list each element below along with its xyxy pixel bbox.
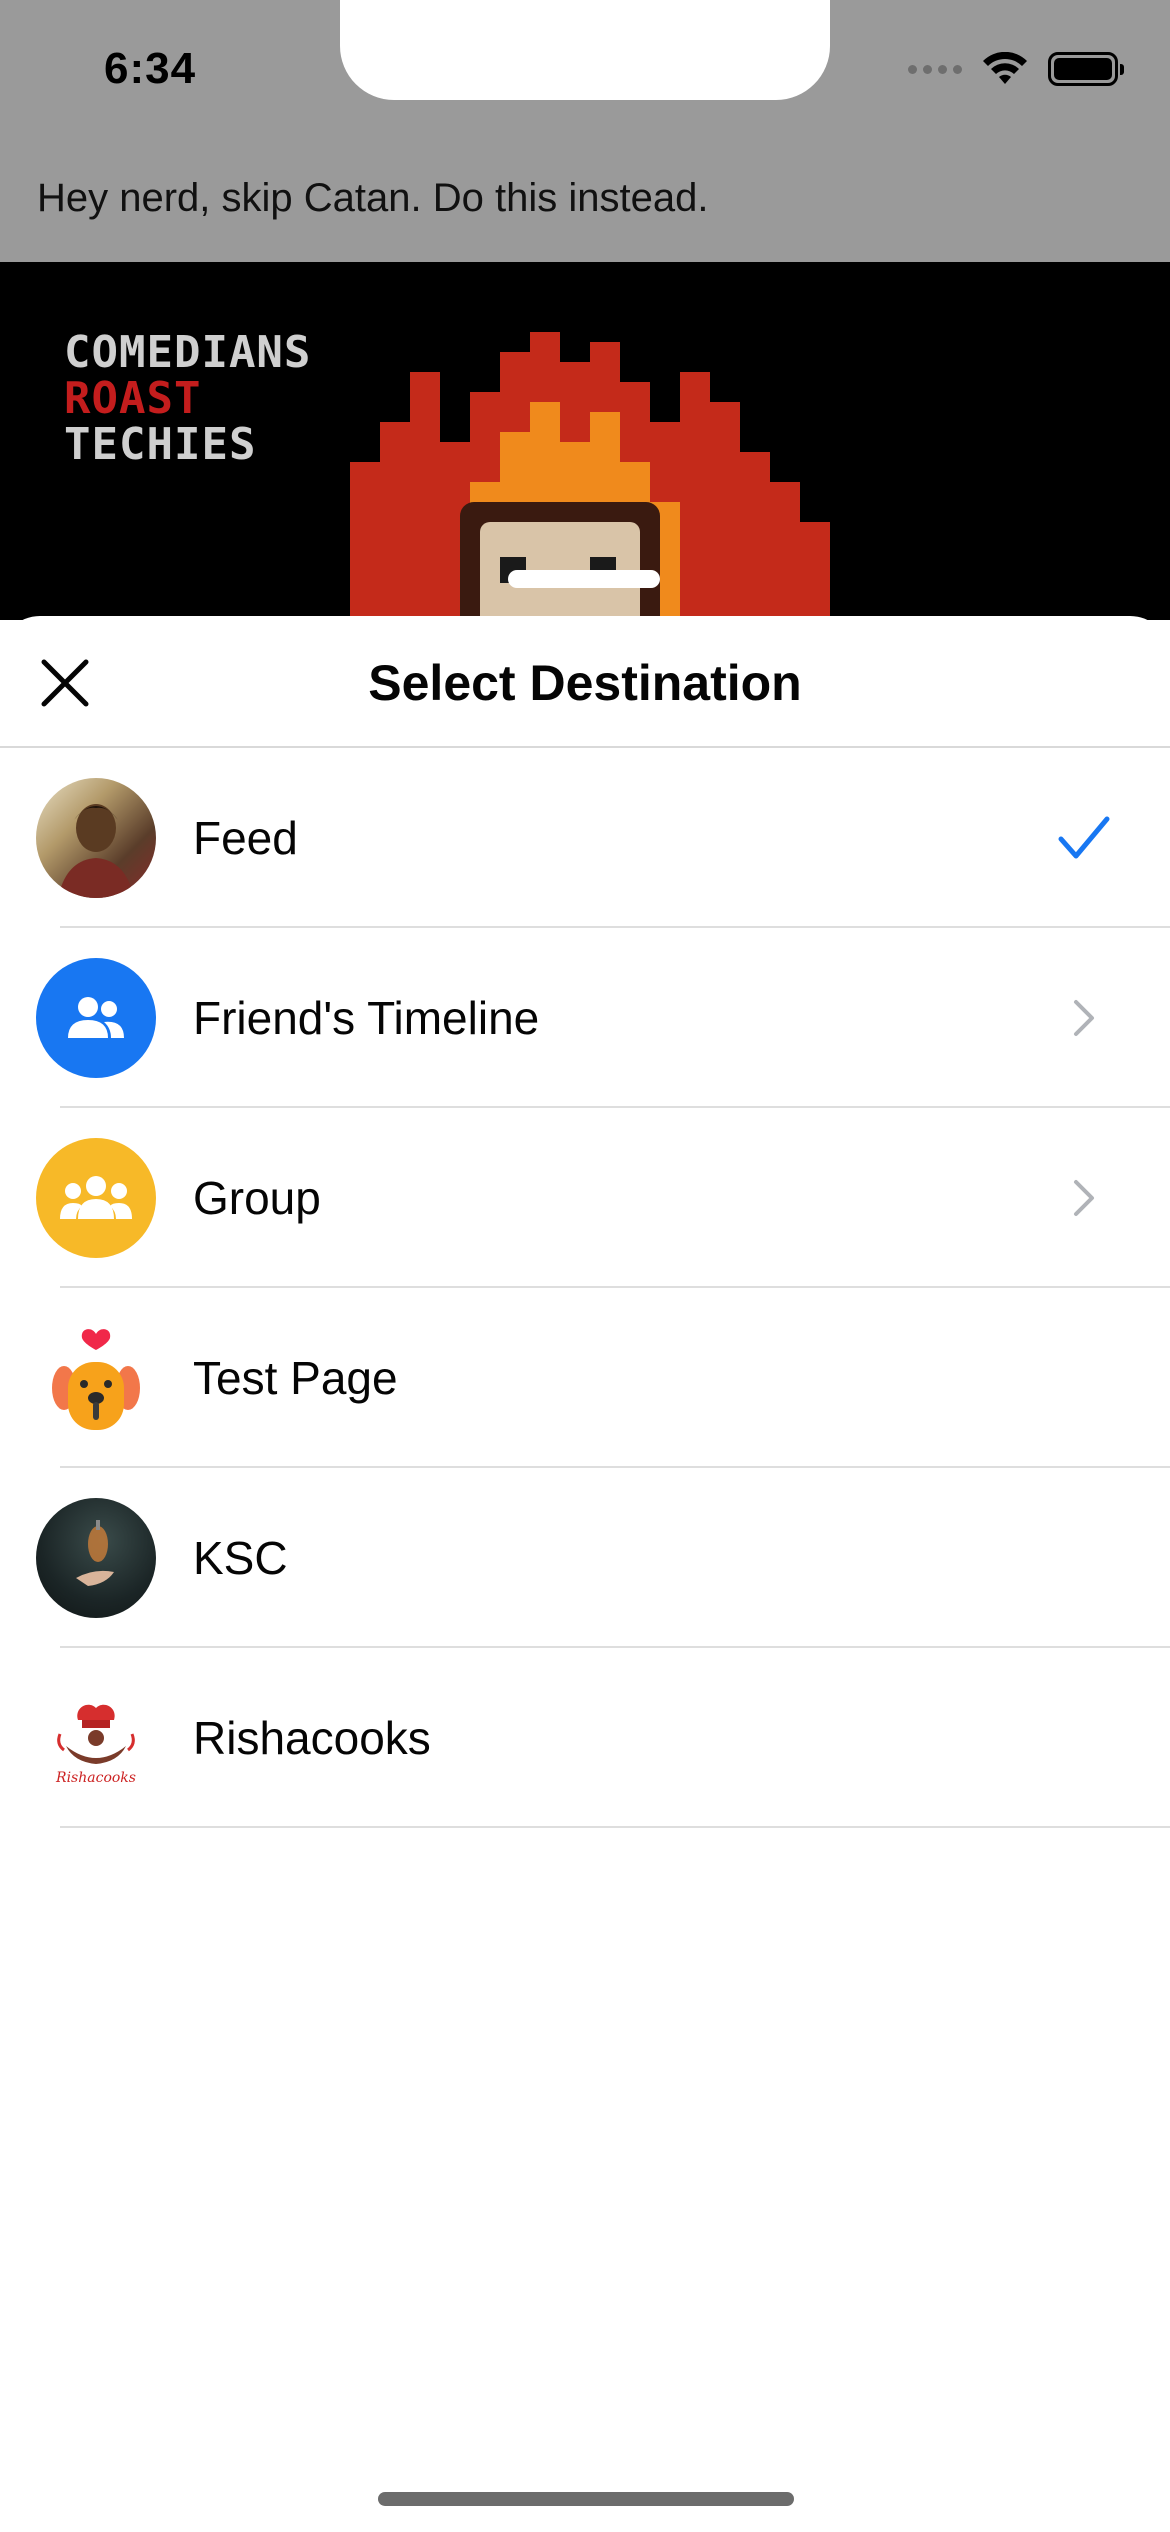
destination-item-ksc[interactable]: KSC	[0, 1468, 1170, 1648]
status-bar: 6:34	[0, 0, 1170, 140]
profile-photo-avatar	[36, 778, 156, 898]
device-notch	[340, 0, 830, 100]
ksc-avatar	[36, 1498, 156, 1618]
destination-item-rishacooks[interactable]: Rishacooks Rishacooks	[0, 1648, 1170, 1828]
destination-item-friends-timeline[interactable]: Friend's Timeline	[0, 928, 1170, 1108]
destination-label: Rishacooks	[193, 1712, 431, 1764]
friends-icon	[68, 997, 124, 1038]
rishacooks-logo-icon: Rishacooks	[55, 1704, 136, 1786]
destination-label: Feed	[193, 812, 298, 864]
select-destination-sheet: Select Destination Feed Friend's Timelin…	[0, 616, 1170, 2532]
page-photo-icon	[76, 1520, 114, 1586]
destination-label: Test Page	[193, 1352, 398, 1404]
screen: 6:34 Hey nerd, skip Catan. Do this inste…	[0, 0, 1170, 2532]
rishacooks-avatar: Rishacooks	[36, 1678, 156, 1798]
group-icon	[60, 1176, 132, 1219]
profile-photo-icon	[58, 804, 134, 898]
friends-avatar	[36, 958, 156, 1078]
navigate-indicator	[1054, 1168, 1114, 1228]
chevron-right-icon	[1074, 1000, 1094, 1036]
background-app: 6:34 Hey nerd, skip Catan. Do this inste…	[0, 0, 1170, 620]
status-time: 6:34	[104, 44, 197, 93]
sheet-header: Select Destination	[0, 616, 1170, 748]
destination-item-test-page[interactable]: Test Page	[0, 1288, 1170, 1468]
destination-list: Feed Friend's Timeline Group Test Page K…	[0, 748, 1170, 1828]
selected-indicator	[1054, 808, 1114, 868]
home-indicator[interactable]	[378, 2492, 794, 2506]
post-image: COMEDIANS ROAST TECHIES	[0, 262, 1170, 620]
svg-text:Rishacooks: Rishacooks	[55, 1770, 136, 1786]
destination-label: Friend's Timeline	[193, 992, 540, 1044]
post-image-text: COMEDIANS ROAST TECHIES	[64, 330, 311, 468]
wifi-icon	[983, 52, 1027, 84]
battery-icon	[1048, 52, 1124, 86]
test-page-avatar	[36, 1318, 156, 1438]
destination-item-feed[interactable]: Feed	[0, 748, 1170, 928]
destination-label: Group	[193, 1172, 321, 1224]
group-avatar	[36, 1138, 156, 1258]
cellular-signal-icon	[908, 64, 962, 74]
post-image-text-line: COMEDIANS	[64, 327, 312, 378]
post-caption: Hey nerd, skip Catan. Do this instead.	[37, 176, 709, 220]
destination-item-group[interactable]: Group	[0, 1108, 1170, 1288]
sheet-grabber-handle[interactable]	[508, 570, 660, 588]
destination-label: KSC	[193, 1532, 288, 1584]
sheet-title: Select Destination	[368, 655, 802, 711]
dog-page-icon	[52, 1329, 140, 1430]
post-image-text-line: TECHIES	[64, 419, 257, 470]
status-icons	[908, 52, 1124, 86]
navigate-indicator	[1054, 988, 1114, 1048]
checkmark-icon	[1058, 816, 1110, 859]
post-image-text-line: ROAST	[64, 373, 202, 424]
chevron-right-icon	[1074, 1180, 1094, 1216]
